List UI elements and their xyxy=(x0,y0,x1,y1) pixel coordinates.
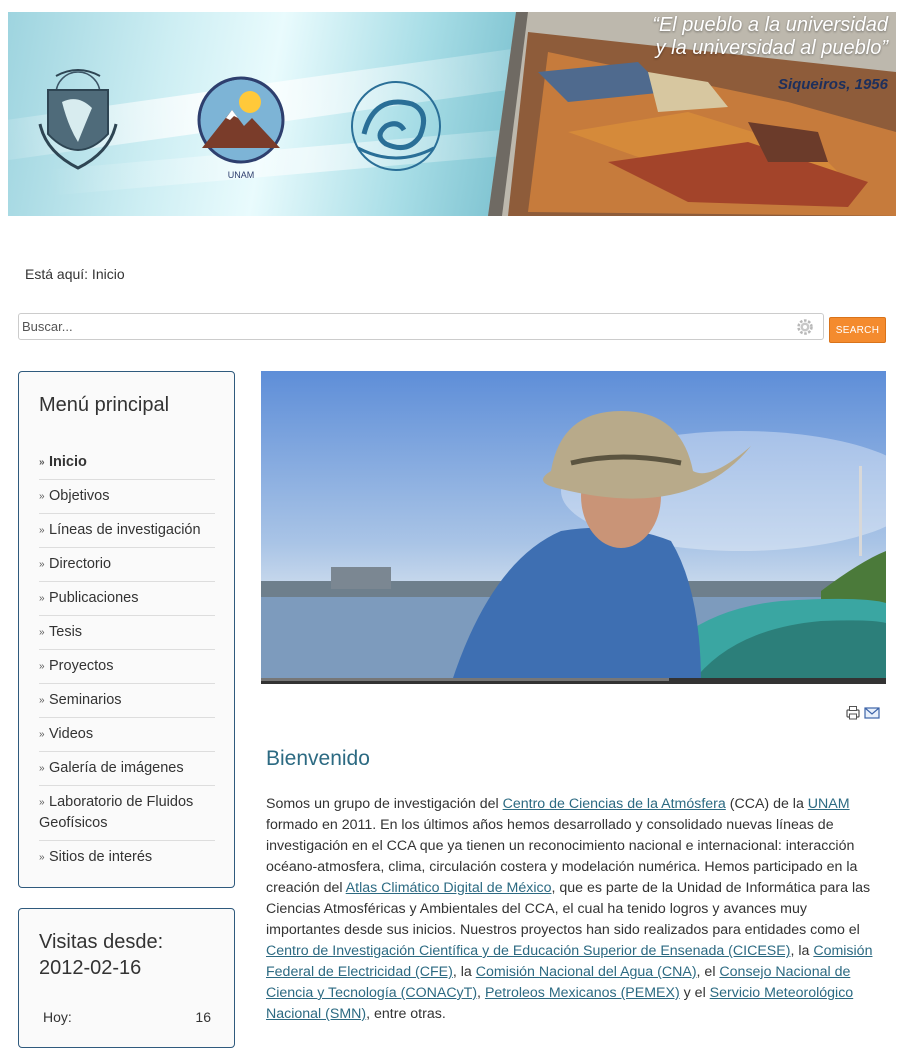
menu-item-proyectos[interactable]: » Proyectos xyxy=(39,650,215,684)
unam-shield-logo[interactable] xyxy=(26,64,130,174)
visits-row-today: Hoy: 16 xyxy=(43,1009,211,1025)
breadcrumb: Está aquí: Inicio xyxy=(25,266,125,282)
cca-logo[interactable]: UNAM xyxy=(186,62,296,186)
slideshow-image[interactable] xyxy=(261,371,886,684)
main-menu-title: Menú principal xyxy=(39,394,170,416)
link-atlas-climatico[interactable]: Atlas Climático Digital de México xyxy=(346,880,552,896)
link-cicese[interactable]: Centro de Investigación Científica y de … xyxy=(266,943,790,959)
search-button[interactable]: Search xyxy=(829,317,886,343)
visits-title: Visitas desde: 2012-02-16 xyxy=(39,931,164,979)
menu-item-galeria-de-imagenes[interactable]: » Galería de imágenes xyxy=(39,752,215,786)
link-unam[interactable]: UNAM xyxy=(808,796,850,812)
link-cna[interactable]: Comisión Nacional del Agua (CNA) xyxy=(476,964,697,980)
menu-item-publicaciones[interactable]: » Publicaciones xyxy=(39,582,215,616)
search-input[interactable] xyxy=(22,317,782,336)
page-title: Bienvenido xyxy=(266,747,370,770)
link-cca[interactable]: Centro de Ciencias de la Atmósfera xyxy=(503,796,726,812)
visits-row-label: Hoy: xyxy=(43,1009,72,1025)
banner-quote: “El pueblo a la universidad y la univers… xyxy=(652,14,888,59)
menu-item-lineas-de-investigacion[interactable]: » Líneas de investigación xyxy=(39,514,215,548)
article-tools xyxy=(846,706,880,720)
menu-item-videos[interactable]: » Videos xyxy=(39,718,215,752)
chevron-right-icon: » xyxy=(39,695,45,706)
chevron-right-icon: » xyxy=(39,559,45,570)
chevron-right-icon: » xyxy=(39,457,45,468)
print-icon[interactable] xyxy=(846,706,860,720)
visits-row-value: 16 xyxy=(195,1009,211,1025)
search-box xyxy=(18,313,824,340)
header-banner: UNAM “El pueblo a la universidad y la un… xyxy=(8,12,896,216)
menu-item-objetivos[interactable]: » Objetivos xyxy=(39,480,215,514)
article-body: Somos un grupo de investigación del Cent… xyxy=(266,796,873,1022)
menu-item-laboratorio-de-fluidos-geofisicos[interactable]: » Laboratorio de Fluidos Geofísicos xyxy=(39,786,215,841)
chevron-right-icon: » xyxy=(39,729,45,740)
chevron-right-icon: » xyxy=(39,852,45,863)
interaccion-oceano-atmosfera-logo[interactable] xyxy=(334,64,458,184)
menu-item-directorio[interactable]: » Directorio xyxy=(39,548,215,582)
svg-text:UNAM: UNAM xyxy=(228,170,255,180)
chevron-right-icon: » xyxy=(39,627,45,638)
gear-icon[interactable] xyxy=(795,317,815,337)
menu-item-seminarios[interactable]: » Seminarios xyxy=(39,684,215,718)
visits-module: Visitas desde: 2012-02-16 Hoy: 16 xyxy=(18,908,235,1048)
chevron-right-icon: » xyxy=(39,491,45,502)
chevron-right-icon: » xyxy=(39,593,45,604)
email-icon[interactable] xyxy=(864,707,880,719)
chevron-right-icon: » xyxy=(39,763,45,774)
chevron-right-icon: » xyxy=(39,797,45,808)
chevron-right-icon: » xyxy=(39,525,45,536)
main-menu-module: Menú principal » Inicio » Objetivos » Línea… xyxy=(18,371,235,888)
menu-item-sitios-de-interes[interactable]: » Sitios de interés xyxy=(39,841,215,874)
slideshow-progress-bar xyxy=(261,678,669,681)
main-menu-list: » Inicio » Objetivos » Líneas de investigac… xyxy=(39,446,215,874)
chevron-right-icon: » xyxy=(39,661,45,672)
menu-item-tesis[interactable]: » Tesis xyxy=(39,616,215,650)
menu-item-inicio[interactable]: » Inicio xyxy=(39,446,215,480)
link-pemex[interactable]: Petroleos Mexicanos (PEMEX) xyxy=(485,985,680,1001)
banner-quote-author: Siqueiros, 1956 xyxy=(777,76,888,93)
